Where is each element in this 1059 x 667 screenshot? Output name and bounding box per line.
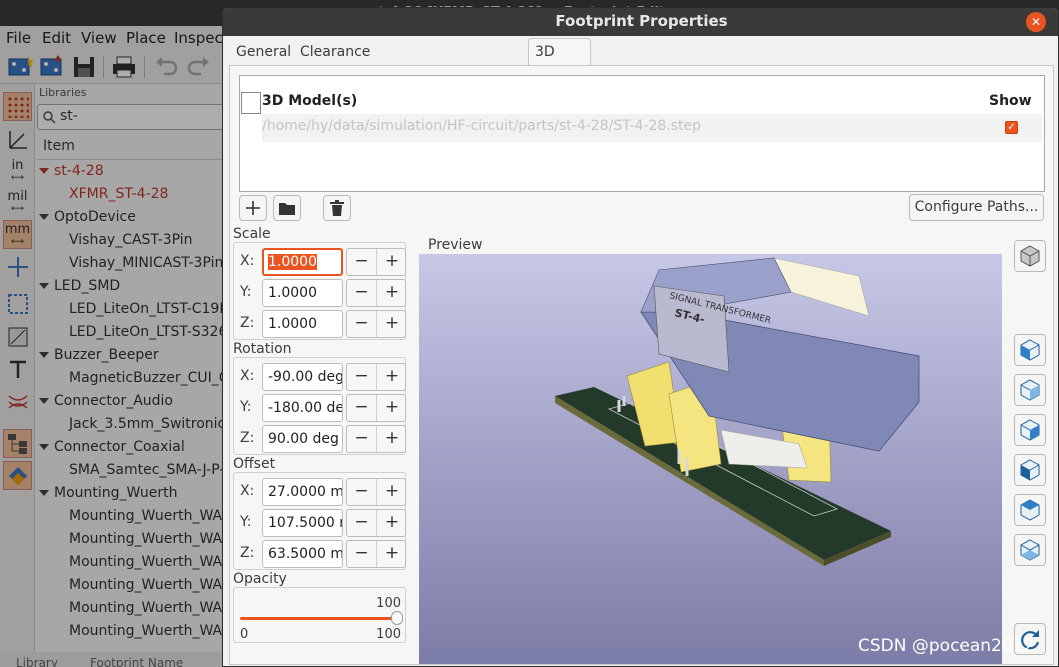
show-checkbox[interactable]: ✓ [1005,121,1018,134]
scale-z-input[interactable]: 1.0000 [262,310,343,338]
column-3d-models[interactable]: 3D Model(s) [262,93,357,109]
folder-icon [279,203,295,215]
axis-z-label: Z: [240,430,255,446]
offset-y-input[interactable]: 107.5000 r [262,509,343,537]
scale-group: X: 1.0000 − + Y: 1.0000 − + Z: 1.0000 − + [233,242,406,340]
decrement-button[interactable]: − [347,479,377,505]
view-left-icon[interactable] [1014,414,1046,446]
decrement-button[interactable]: − [347,280,377,306]
rotation-y-stepper: − + [346,394,406,422]
offset-y-stepper: − + [346,509,406,537]
table-row[interactable]: /home/hy/data/simulation/HF-circuit/part… [262,114,1042,142]
increment-button[interactable]: + [377,479,407,505]
rotation-label: Rotation [233,341,292,357]
close-icon[interactable]: ✕ [1026,12,1046,32]
trash-icon [330,200,344,216]
increment-button[interactable]: + [377,249,407,275]
offset-x-input[interactable]: 27.0000 m [262,478,343,506]
tab-general[interactable]: General [229,38,298,66]
scale-z-stepper: − + [346,310,406,338]
plus-icon [246,201,260,215]
increment-button[interactable]: + [377,395,407,421]
table-corner[interactable] [241,92,261,114]
decrement-button[interactable]: − [347,364,377,390]
model-table: 3D Model(s) Show /home/hy/data/simulatio… [239,75,1045,192]
axis-z-label: Z: [240,545,255,561]
configure-paths-button[interactable]: Configure Paths... [909,194,1044,221]
view-front-icon[interactable] [1014,334,1046,366]
axis-z-label: Z: [240,315,255,331]
opacity-value: 100 [376,596,401,611]
axis-x-label: X: [240,253,255,269]
increment-button[interactable]: + [377,280,407,306]
scale-label: Scale [233,226,271,242]
increment-button[interactable]: + [377,311,407,337]
axis-x-label: X: [240,483,255,499]
opacity-slider-track[interactable] [240,617,396,620]
tab-panel-3d-models: 3D Model(s) Show /home/hy/data/simulatio… [229,65,1054,665]
footprint-properties-dialog: Footprint Properties ✕ General Clearance… [222,7,1059,667]
table-header: 3D Model(s) Show [262,92,1042,114]
offset-z-input[interactable]: 63.5000 m [262,540,343,568]
model-path[interactable]: /home/hy/data/simulation/HF-circuit/part… [262,118,701,134]
scale-y-input[interactable]: 1.0000 [262,279,343,307]
opacity-label: Opacity [233,571,287,587]
offset-z-stepper: − + [346,540,406,568]
decrement-button[interactable]: − [347,426,377,452]
scale-x-input[interactable]: 1.0000 [262,248,343,276]
decrement-button[interactable]: − [347,510,377,536]
delete-model-button[interactable] [323,195,351,221]
view-top-icon[interactable] [1014,494,1046,526]
opacity-min-label: 0 [240,627,249,642]
rotation-z-stepper: − + [346,425,406,453]
opacity-group: 100 0 100 [233,587,406,643]
rotation-y-input[interactable]: -180.00 de [262,394,343,422]
rotation-x-stepper: − + [346,363,406,391]
axis-y-label: Y: [240,399,252,415]
browse-model-button[interactable] [273,195,301,221]
view-back-icon[interactable] [1014,374,1046,406]
increment-button[interactable]: + [377,426,407,452]
increment-button[interactable]: + [377,541,407,567]
transformer-3d-model: SIGNAL TRANSFORMER ST-4- [555,257,920,566]
axis-y-label: Y: [240,514,252,530]
offset-group: X: 27.0000 m − + Y: 107.5000 r − + Z: 63.5… [233,472,406,570]
offset-x-stepper: − + [346,478,406,506]
increment-button[interactable]: + [377,510,407,536]
tab-3d-models[interactable]: 3D Models [528,38,592,86]
decrement-button[interactable]: − [347,311,377,337]
rotation-group: X: -90.00 deg − + Y: -180.00 de − + Z: 90.… [233,357,406,455]
decrement-button[interactable]: − [347,541,377,567]
add-model-button[interactable] [239,195,267,221]
rotation-x-input[interactable]: -90.00 deg [262,363,343,391]
tab-clearance-overrides[interactable]: Clearance Overrides and Settings [293,38,377,138]
dialog-title: Footprint Properties [223,8,1058,36]
axis-y-label: Y: [240,284,252,300]
view-bottom-icon[interactable] [1014,534,1046,566]
view-3d-icon[interactable] [1014,240,1046,272]
opacity-slider-handle[interactable] [391,611,403,625]
scale-y-stepper: − + [346,279,406,307]
preview-label: Preview [428,237,483,253]
3d-preview-canvas[interactable]: SIGNAL TRANSFORMER ST-4- [419,254,1002,664]
scale-x-stepper: − + [346,248,406,276]
increment-button[interactable]: + [377,364,407,390]
axis-x-label: X: [240,368,255,384]
offset-label: Offset [233,456,276,472]
column-show[interactable]: Show [989,93,1032,109]
opacity-max-label: 100 [376,627,401,642]
decrement-button[interactable]: − [347,395,377,421]
watermark: CSDN @pocean2012 [858,636,1035,656]
view-right-icon[interactable] [1014,454,1046,486]
rotation-z-input[interactable]: 90.00 deg [262,425,343,453]
decrement-button[interactable]: − [347,249,377,275]
